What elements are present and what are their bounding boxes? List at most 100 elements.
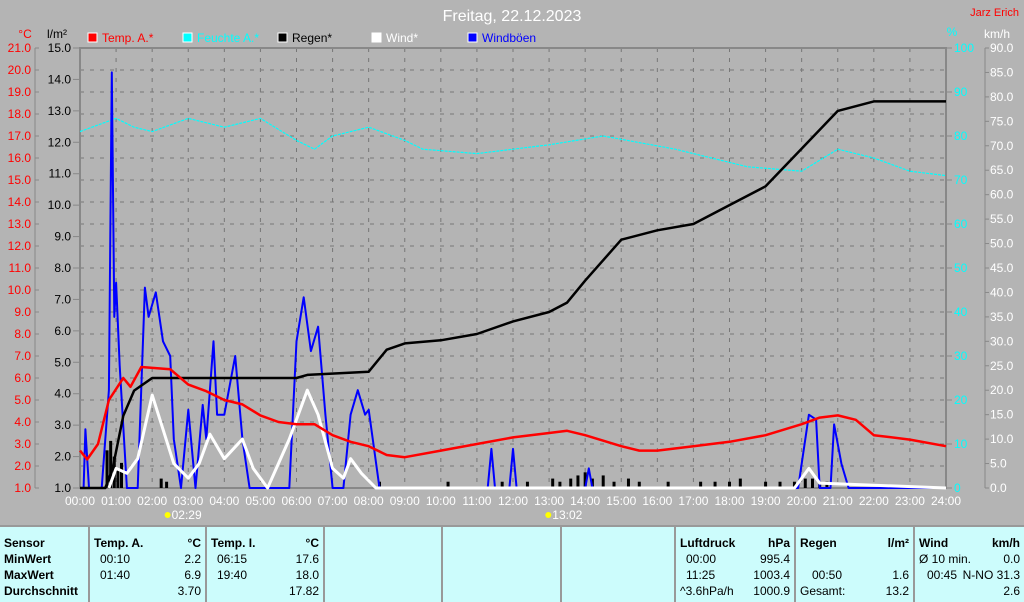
series-line-feuchte-a- [79,117,947,177]
col-empty [560,527,674,602]
sunrise-label: 02:29 [172,508,202,522]
x-tick-label: 10:00 [426,494,456,508]
rain-bar [601,475,605,488]
temp-tick-label: 12.0 [8,239,32,253]
min-time: 00:10 [100,552,131,566]
humidity-tick-label: 50 [954,261,968,275]
author-label: Jarz Erich [970,7,1019,19]
x-tick-label: 14:00 [570,494,600,508]
temp-tick-label: 11.0 [9,261,32,275]
wind-tick-label: 5.0 [990,457,1007,471]
trend: ^3.6hPa/h [680,584,734,598]
x-tick-label: 00:00 [65,494,95,508]
rain-bar [803,478,807,488]
rain-bar [165,481,169,488]
min-value: 995.4 [759,552,790,566]
col-unit: °C [187,536,201,550]
rain-tick-label: 3.0 [54,418,71,432]
legend-swatch [87,32,98,43]
wind-tick-label: 20.0 [990,383,1014,397]
humidity-tick-label: 30 [954,349,968,363]
legend-label: Regen* [292,31,332,45]
col-temp-a: Temp. A. °C 00:10 2.2 01:40 6.9 3.70 [88,527,205,602]
legend-swatch [277,32,288,43]
temp-tick-label: 19.0 [8,85,32,99]
row-label: Sensor [4,536,45,550]
rain-bar [810,478,814,488]
sunset-icon [545,512,552,518]
day-avg: 2.6 [1003,584,1020,598]
temp-tick-label: 6.0 [14,371,31,385]
col-title: Wind [919,536,949,550]
wind-tick-label: 60.0 [990,188,1014,202]
avg-value: 17.82 [288,584,319,598]
wind-tick-label: 25.0 [990,359,1014,373]
legend-swatch [182,32,193,43]
rain-tick-label: 11.0 [49,167,72,181]
avg-label: Ø 10 min. [919,552,972,566]
x-tick-label: 07:00 [318,494,348,508]
col-title: Temp. I. [211,536,256,550]
rain-tick-label: 2.0 [54,450,71,464]
col-unit: °C [305,536,319,550]
rain-bar [576,475,580,488]
wind-tick-label: 35.0 [990,310,1014,324]
humidity-axis-unit: % [947,25,958,39]
temp-tick-label: 5.0 [14,393,31,407]
col-temp-i: Temp. I. °C 06:15 17.6 19:40 18.0 17.82 [205,527,323,602]
legend-label: Wind* [386,31,418,45]
wind-tick-label: 70.0 [990,139,1014,153]
wind-tick-label: 90.0 [990,41,1014,55]
temp-tick-label: 18.0 [8,107,32,121]
x-tick-label: 04:00 [209,494,239,508]
col-rain: Regen l/m² 00:50 1.6 Gesamt: 13.2 [794,527,913,602]
legend-label: Feuchte A.* [197,31,259,45]
max-value: 6.9 [184,568,201,582]
temp-tick-label: 10.0 [8,283,32,297]
stats-table: Sensor MinWert MaxWert Durchschnitt Temp… [0,525,1024,602]
temp-tick-label: 14.0 [8,195,32,209]
humidity-tick-label: 100 [954,41,974,55]
max-value: 18.0 [295,568,319,582]
row-label: MinWert [4,552,52,566]
col-unit: km/h [991,536,1020,550]
max-time: 19:40 [217,568,248,582]
rain-bar [119,462,123,488]
min-value: 2.2 [184,552,201,566]
x-tick-label: 15:00 [606,494,636,508]
max-time: 01:40 [100,568,131,582]
wind-tick-label: 45.0 [990,261,1014,275]
humidity-tick-label: 80 [954,129,968,143]
legend-label: Windböen [482,31,536,45]
x-tick-label: 13:00 [534,494,564,508]
min-value: 17.6 [295,552,319,566]
x-tick-label: 06:00 [281,494,311,508]
x-tick-label: 09:00 [390,494,420,508]
temp-tick-label: 1.0 [14,481,31,495]
row-label: Durchschnitt [4,584,79,598]
rain-tick-label: 10.0 [48,198,72,212]
wind-tick-label: 40.0 [990,285,1014,299]
temp-tick-label: 20.0 [8,63,32,77]
humidity-tick-label: 90 [954,85,968,99]
x-tick-label: 17:00 [678,494,708,508]
wind-tick-label: 10.0 [990,432,1014,446]
total-label: Gesamt: [800,584,846,598]
x-tick-label: 16:00 [642,494,672,508]
col-title: Luftdruck [680,536,736,550]
wind-tick-label: 75.0 [990,114,1014,128]
temp-tick-label: 7.0 [14,349,31,363]
x-tick-label: 19:00 [751,494,781,508]
rain-tick-label: 14.0 [48,72,72,86]
col-unit: l/m² [887,536,909,550]
rain-tick-label: 7.0 [54,292,71,306]
temp-tick-label: 17.0 [8,129,32,143]
col-title: Temp. A. [94,536,144,550]
avg-value: 1000.9 [753,584,790,598]
x-tick-label: 01:00 [101,494,131,508]
humidity-tick-label: 60 [954,217,968,231]
temp-tick-label: 8.0 [14,327,31,341]
row-label: MaxWert [4,568,54,582]
min-time: 00:00 [686,552,717,566]
rain-tick-label: 5.0 [54,355,71,369]
